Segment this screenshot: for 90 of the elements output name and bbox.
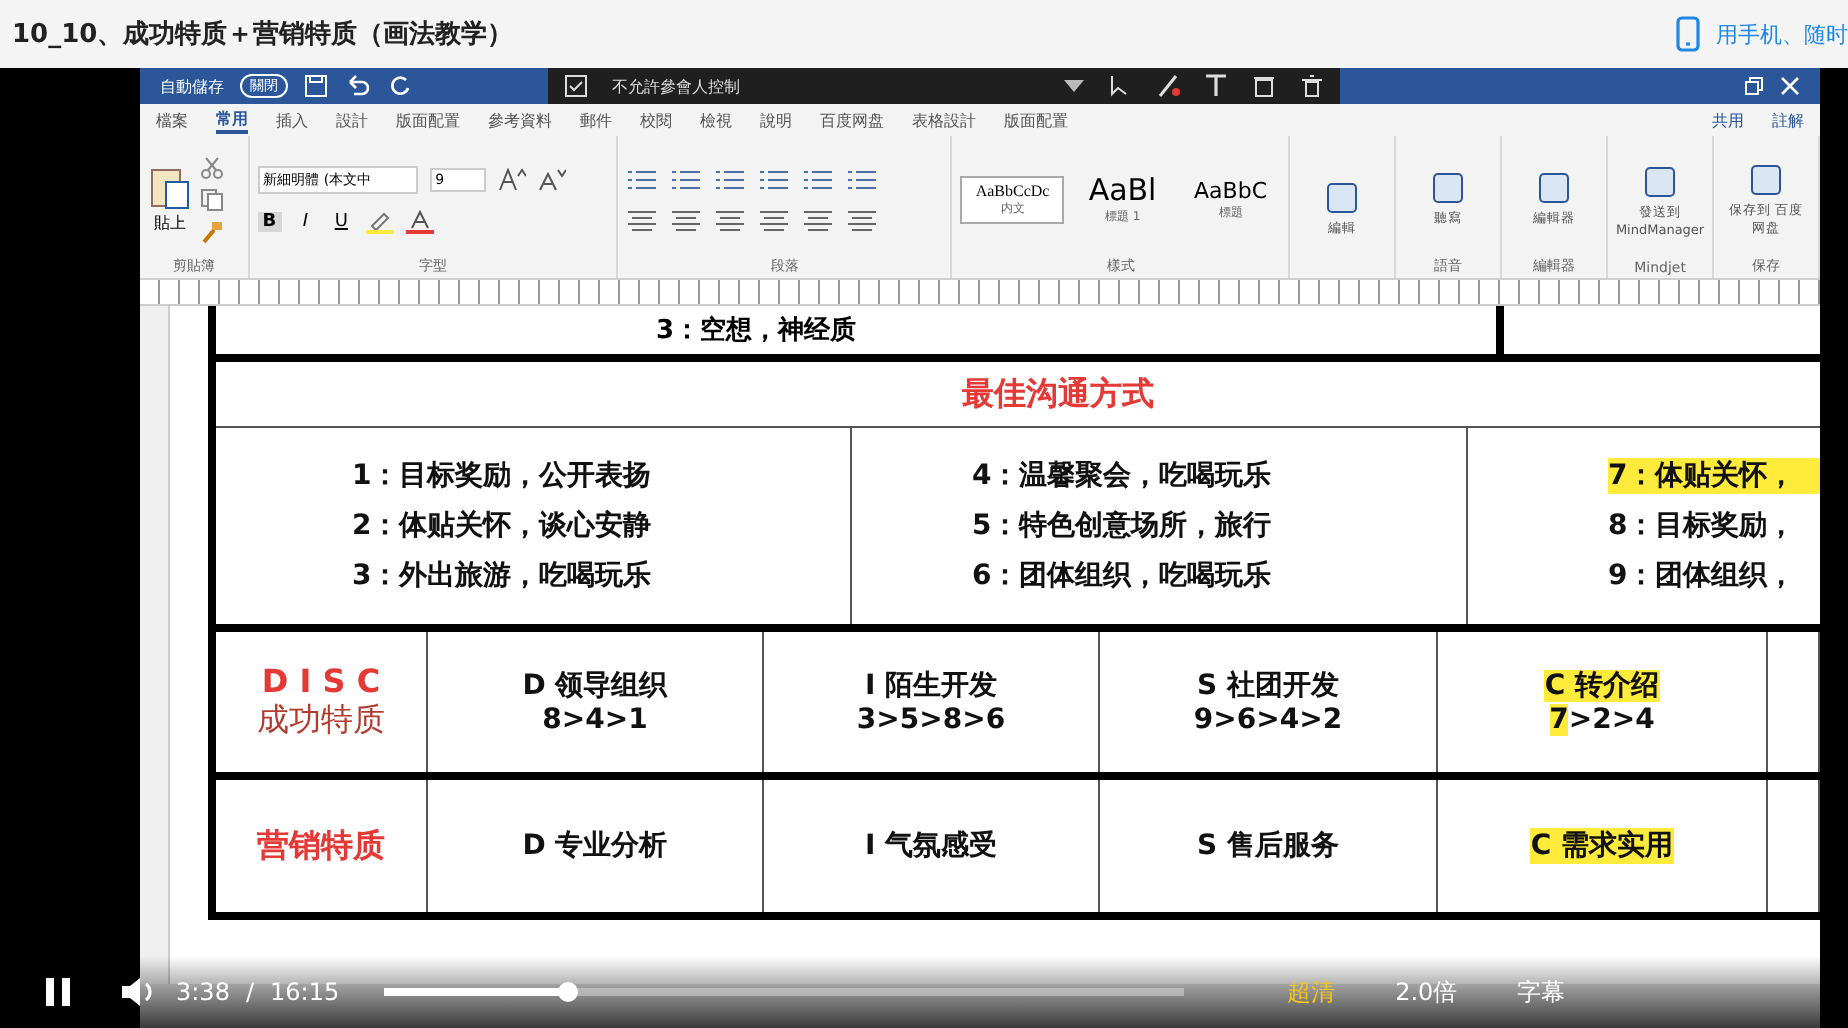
list-item-text: 6：团体组织，吃喝玩乐 xyxy=(972,558,1274,594)
control-label: 不允許參會人控制 xyxy=(612,75,742,97)
list-icon[interactable] xyxy=(714,167,747,191)
list-icon[interactable] xyxy=(626,167,659,191)
ribbon-tab[interactable]: 說明 xyxy=(760,109,792,131)
share-button[interactable]: 共用 xyxy=(1712,109,1744,131)
grow-font-icon[interactable] xyxy=(497,167,526,191)
list-item-text: 2：体贴关怀，谈心安静 xyxy=(352,508,654,544)
list-icon[interactable] xyxy=(670,167,703,191)
redo-icon[interactable] xyxy=(388,74,412,98)
ribbon-tab[interactable]: 表格設計 xyxy=(912,109,976,131)
duration: 16:15 xyxy=(270,978,340,1006)
ribbon-tab[interactable]: 版面配置 xyxy=(396,109,460,131)
pause-button[interactable] xyxy=(40,972,76,1012)
clipboard-icon[interactable] xyxy=(148,164,192,212)
shrink-font-icon[interactable] xyxy=(537,167,566,191)
checkbox-icon[interactable] xyxy=(564,74,588,98)
trash-icon[interactable] xyxy=(1252,74,1276,98)
close-icon[interactable] xyxy=(1780,76,1800,96)
ribbon-tab[interactable]: 參考資料 xyxy=(488,109,552,131)
phone-icon xyxy=(1676,16,1700,52)
table-text: I 陌生开发 xyxy=(864,668,998,704)
align-icon[interactable] xyxy=(626,207,659,231)
list-icon[interactable] xyxy=(846,167,879,191)
align-icon[interactable] xyxy=(758,207,791,231)
list-item-text: 7：体贴关怀， xyxy=(1608,458,1820,494)
list-item-text: 3：外出旅游，吃喝玩乐 xyxy=(352,558,654,594)
paste-button[interactable]: 貼上 xyxy=(154,212,186,234)
table-text: 9>6>4>2 xyxy=(1193,704,1343,736)
table-text: 3>5>8>6 xyxy=(856,704,1006,736)
list-item-text: 1：目标奖励，公开表扬 xyxy=(352,458,654,494)
dropdown-icon[interactable] xyxy=(1064,80,1084,92)
table-text: 7>2>4 xyxy=(1549,704,1655,736)
restore-icon[interactable] xyxy=(1744,76,1764,96)
ribbon-tab[interactable]: 郵件 xyxy=(580,109,612,131)
list-item-text: 9：团体组织， xyxy=(1608,558,1798,594)
table-text: S 售后服务 xyxy=(1197,828,1339,864)
trash-icon[interactable] xyxy=(1300,74,1324,98)
tool-icon[interactable] xyxy=(1534,170,1574,206)
subtitles-button[interactable]: 字幕 xyxy=(1513,971,1570,1013)
align-icon[interactable] xyxy=(846,207,879,231)
list-item-text: 4：温馨聚会，吃喝玩乐 xyxy=(972,458,1274,494)
list-icon[interactable] xyxy=(758,167,791,191)
table-text: I 气氛感受 xyxy=(864,828,998,864)
highlighter-icon[interactable] xyxy=(365,209,394,233)
progress-track[interactable] xyxy=(383,988,1184,996)
tool-icon[interactable] xyxy=(1640,164,1681,200)
current-time: 3:38 xyxy=(176,978,230,1006)
align-icon[interactable] xyxy=(802,207,835,231)
time-separator: / xyxy=(245,978,254,1006)
table-text: C 需求实用 xyxy=(1530,828,1674,864)
pen-icon[interactable] xyxy=(1156,74,1180,98)
table-text: S 社团开发 xyxy=(1197,668,1339,704)
scissors-icon[interactable] xyxy=(200,155,224,179)
comments-button[interactable]: 註解 xyxy=(1772,109,1804,131)
align-icon[interactable] xyxy=(714,207,747,231)
autosave-label: 自動儲存 xyxy=(160,75,224,97)
ribbon-tab[interactable]: 校閱 xyxy=(640,109,672,131)
ribbon-tab[interactable]: 插入 xyxy=(276,109,308,131)
list-item-text: 8：目标奖励， xyxy=(1608,508,1798,544)
tool-icon[interactable] xyxy=(1746,161,1787,197)
table-text: D 专业分析 xyxy=(522,828,668,864)
ribbon-tab[interactable]: 檔案 xyxy=(156,109,188,131)
save-icon[interactable] xyxy=(304,74,328,98)
section-heading: 最佳沟通方式 xyxy=(962,373,1154,415)
tool-icon[interactable] xyxy=(1322,180,1363,216)
font-color-icon[interactable] xyxy=(405,209,434,233)
brush-icon[interactable] xyxy=(200,219,224,243)
row-label: 营销特质 xyxy=(257,825,385,867)
row-label: 成功特质 xyxy=(257,700,385,742)
video-title: 10_10、成功特质＋营销特质（画法教学） xyxy=(12,18,514,52)
table-text: D 领导组织 xyxy=(522,668,668,704)
format-button[interactable]: B xyxy=(257,211,282,231)
text-icon[interactable] xyxy=(1204,74,1228,98)
align-icon[interactable] xyxy=(670,207,703,231)
table-text: 3：空想，神经质 xyxy=(656,313,857,348)
list-icon[interactable] xyxy=(802,167,835,191)
format-button[interactable]: I xyxy=(293,211,318,231)
ribbon-tab[interactable]: 檢視 xyxy=(700,109,732,131)
table-text: 8>4>1 xyxy=(542,704,648,736)
row-label: D I S C xyxy=(261,662,381,700)
ribbon-tab[interactable]: 百度网盘 xyxy=(820,109,884,131)
list-item-text: 5：特色创意场所，旅行 xyxy=(972,508,1274,544)
copy-icon[interactable] xyxy=(200,187,224,211)
undo-icon[interactable] xyxy=(344,74,372,98)
ribbon-tab[interactable]: 版面配置 xyxy=(1004,109,1068,131)
table-text: C 转介绍 xyxy=(1544,668,1660,704)
tool-icon[interactable] xyxy=(1428,170,1469,206)
ribbon-tab[interactable]: 設計 xyxy=(336,109,368,131)
format-button[interactable]: U xyxy=(329,211,354,231)
